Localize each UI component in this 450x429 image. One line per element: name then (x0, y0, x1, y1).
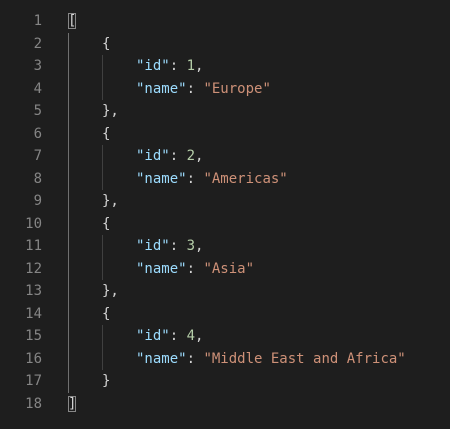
indent-guide (102, 235, 103, 280)
json-number-value: 4 (186, 328, 196, 344)
json-number-value: 3 (186, 238, 196, 254)
code-line[interactable]: }, (68, 280, 450, 303)
line-number: 4 (33, 80, 42, 97)
json-key: "id" (136, 148, 170, 164)
line-number: 7 (33, 148, 42, 164)
json-key: "name" (136, 170, 187, 187)
code-line[interactable]: ] (68, 393, 450, 416)
line-number: 18 (25, 395, 42, 412)
code-line[interactable]: { (68, 303, 450, 326)
json-string-value: "Middle East and Africa" (203, 350, 406, 367)
json-punctuation: } (102, 373, 111, 389)
code-line[interactable]: } (68, 370, 450, 393)
json-key: "name" (136, 80, 187, 97)
code-line[interactable]: { (68, 123, 450, 146)
json-punctuation: { (102, 125, 111, 142)
line-number: 16 (25, 350, 42, 367)
code-line[interactable]: "id": 2, (68, 145, 450, 168)
json-punctuation: , (195, 148, 204, 164)
code-line[interactable]: }, (68, 100, 450, 123)
line-number: 1 (33, 13, 42, 29)
code-line[interactable]: "name": "Asia" (68, 258, 450, 281)
matched-bracket: ] (68, 395, 77, 412)
code-line[interactable]: }, (68, 190, 450, 213)
line-number-gutter: 1 2 3 4 5 6 7 8 9 10 11 12 13 14 15 16 17 18 (0, 10, 44, 415)
line-number: 15 (25, 328, 42, 344)
json-punctuation: : (169, 328, 187, 344)
code-line[interactable]: { (68, 33, 450, 56)
json-string-value: "Europe" (203, 80, 271, 97)
json-key: "name" (136, 260, 187, 277)
line-number: 12 (25, 260, 42, 277)
line-number: 10 (25, 215, 42, 232)
json-number-value: 1 (186, 58, 196, 74)
json-punctuation: : (186, 170, 204, 187)
indent-guide (102, 145, 103, 190)
json-punctuation: , (195, 238, 204, 254)
line-number: 9 (33, 193, 42, 209)
code-line[interactable]: [ (68, 10, 450, 33)
line-number: 13 (25, 283, 42, 299)
json-punctuation: : (169, 148, 187, 164)
code-line[interactable]: { (68, 213, 450, 236)
code-line[interactable]: "name": "Americas" (68, 168, 450, 191)
json-punctuation: }, (102, 103, 119, 119)
json-punctuation: }, (102, 193, 119, 209)
code-area[interactable]: [{"id": 1, "name": "Europe"},{"id": 2, "na… (68, 10, 450, 415)
json-key: "id" (136, 58, 170, 74)
matched-bracket: [ (68, 13, 77, 29)
indent-guide (102, 325, 103, 370)
code-line[interactable]: "name": "Europe" (68, 78, 450, 101)
json-string-value: "Asia" (203, 260, 255, 277)
json-punctuation: : (169, 58, 187, 74)
code-line[interactable]: "id": 1, (68, 55, 450, 78)
json-punctuation: , (195, 58, 204, 74)
line-number: 14 (25, 305, 42, 322)
line-number: 2 (33, 35, 42, 52)
code-line[interactable]: "name": "Middle East and Africa" (68, 348, 450, 371)
json-key: "id" (136, 238, 170, 254)
indent-guide (102, 55, 103, 100)
json-punctuation: }, (102, 283, 119, 299)
json-punctuation: { (102, 305, 111, 322)
json-number-value: 2 (186, 148, 196, 164)
json-punctuation: , (195, 328, 204, 344)
json-punctuation: { (102, 35, 111, 52)
indent-guide (68, 32, 69, 393)
code-line[interactable]: "id": 3, (68, 235, 450, 258)
line-number: 6 (33, 125, 42, 142)
json-key: "id" (136, 328, 170, 344)
json-punctuation: : (186, 260, 204, 277)
code-editor[interactable]: 1 2 3 4 5 6 7 8 9 10 11 12 13 14 15 16 17 18 [{"id": 1, "n… (0, 0, 450, 429)
json-punctuation: : (186, 80, 204, 97)
line-number: 17 (25, 373, 42, 389)
line-number: 8 (33, 170, 42, 187)
json-punctuation: { (102, 215, 111, 232)
line-number: 3 (33, 58, 42, 74)
code-line[interactable]: "id": 4, (68, 325, 450, 348)
json-key: "name" (136, 350, 187, 367)
json-string-value: "Americas" (203, 170, 288, 187)
line-number: 5 (33, 103, 42, 119)
json-punctuation: : (186, 350, 204, 367)
line-number: 11 (25, 238, 42, 254)
json-punctuation: : (169, 238, 187, 254)
